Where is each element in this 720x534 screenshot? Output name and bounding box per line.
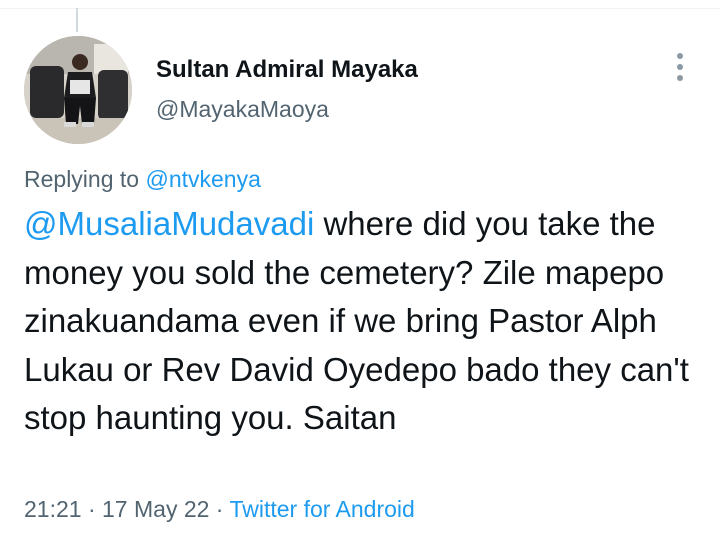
tweet-source-link[interactable]: Twitter for Android xyxy=(229,496,414,522)
tweet-text: @MusaliaMudavadi where did you take the … xyxy=(24,200,704,443)
replying-to-link[interactable]: @ntvkenya xyxy=(145,166,260,192)
more-dot xyxy=(677,64,683,70)
avatar-photo xyxy=(24,36,132,144)
tweet-meta: 21:21 · 17 May 22 · Twitter for Android xyxy=(24,496,415,523)
replying-to: Replying to @ntvkenya xyxy=(24,166,261,193)
avatar[interactable] xyxy=(24,36,132,144)
meta-separator: · xyxy=(209,496,230,522)
top-divider xyxy=(0,0,720,9)
tweet-date[interactable]: 17 May 22 xyxy=(102,496,209,522)
more-vertical-icon[interactable] xyxy=(664,50,696,84)
author-name[interactable]: Sultan Admiral Mayaka xyxy=(156,56,418,84)
mention-link[interactable]: @MusaliaMudavadi xyxy=(24,205,314,242)
author-handle[interactable]: @MayakaMaoya xyxy=(156,96,329,123)
replying-to-label: Replying to xyxy=(24,166,140,192)
tweet-time[interactable]: 21:21 xyxy=(24,496,82,522)
more-dot xyxy=(677,75,683,81)
thread-connector-line xyxy=(76,8,78,32)
meta-separator: · xyxy=(81,496,103,522)
more-dot xyxy=(677,53,683,59)
